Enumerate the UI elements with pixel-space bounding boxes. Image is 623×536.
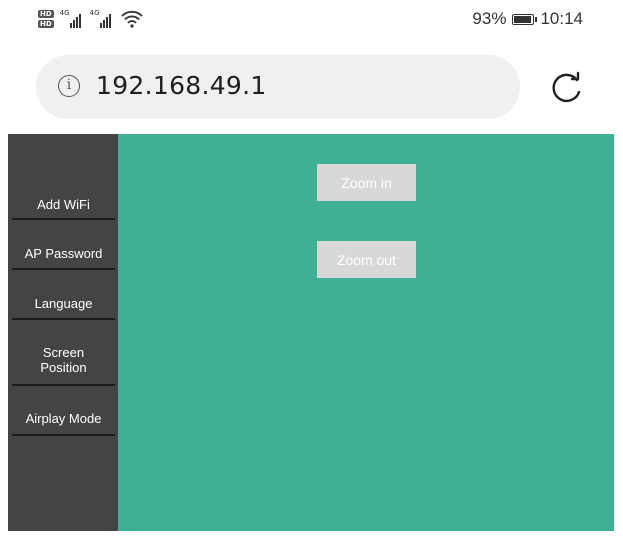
info-icon[interactable]: i: [58, 75, 80, 97]
sidebar-item-screen-position[interactable]: Screen Position: [12, 340, 115, 380]
sidebar-divider: [12, 218, 115, 220]
battery-icon: [512, 13, 538, 25]
sidebar-divider: [12, 434, 115, 436]
sidebar-item-label: Screen Position: [40, 345, 87, 375]
sidebar: Add WiFi AP Password Language Screen Pos…: [8, 134, 118, 531]
address-bar[interactable]: i 192.168.49.1: [36, 55, 520, 119]
sidebar-item-ap-password[interactable]: AP Password: [12, 238, 115, 268]
zoom-out-button[interactable]: Zoom out: [317, 241, 416, 278]
sidebar-divider: [12, 268, 115, 270]
sidebar-divider: [12, 318, 115, 320]
sidebar-item-label: Airplay Mode: [25, 410, 102, 426]
battery-percent: 93%: [472, 9, 507, 28]
reload-icon[interactable]: [547, 70, 585, 108]
zoom-in-button[interactable]: Zoom in: [317, 164, 416, 201]
sidebar-item-label: Language: [34, 295, 93, 311]
hd-badge-2: HD: [38, 20, 54, 28]
signal-icon: 4G: [89, 9, 114, 28]
sidebar-item-airplay-mode[interactable]: Airplay Mode: [12, 403, 115, 433]
sidebar-item-label: AP Password: [24, 245, 103, 261]
sidebar-item-label: Add WiFi: [37, 196, 90, 212]
status-icons-right: 93% 10:14: [472, 8, 583, 30]
sidebar-item-add-wifi[interactable]: Add WiFi: [12, 189, 115, 219]
main-panel: Zoom in Zoom out: [118, 134, 614, 531]
network-type-label: 4G: [89, 9, 100, 17]
status-icons-left: HD HD 4G 4G: [38, 6, 144, 32]
hd-icon: HD HD: [38, 10, 54, 28]
signal-icon: 4G: [59, 9, 84, 28]
network-type-label: 4G: [59, 9, 70, 17]
hd-badge-1: HD: [38, 10, 54, 18]
battery-fill: [514, 15, 532, 23]
sidebar-divider: [12, 384, 115, 386]
sidebar-item-language[interactable]: Language: [12, 288, 115, 318]
url-text[interactable]: 192.168.49.1: [96, 71, 267, 100]
wifi-icon: [121, 10, 143, 28]
status-time: 10:14: [540, 9, 583, 28]
status-bar: HD HD 4G 4G 93% 10:14: [0, 0, 623, 40]
